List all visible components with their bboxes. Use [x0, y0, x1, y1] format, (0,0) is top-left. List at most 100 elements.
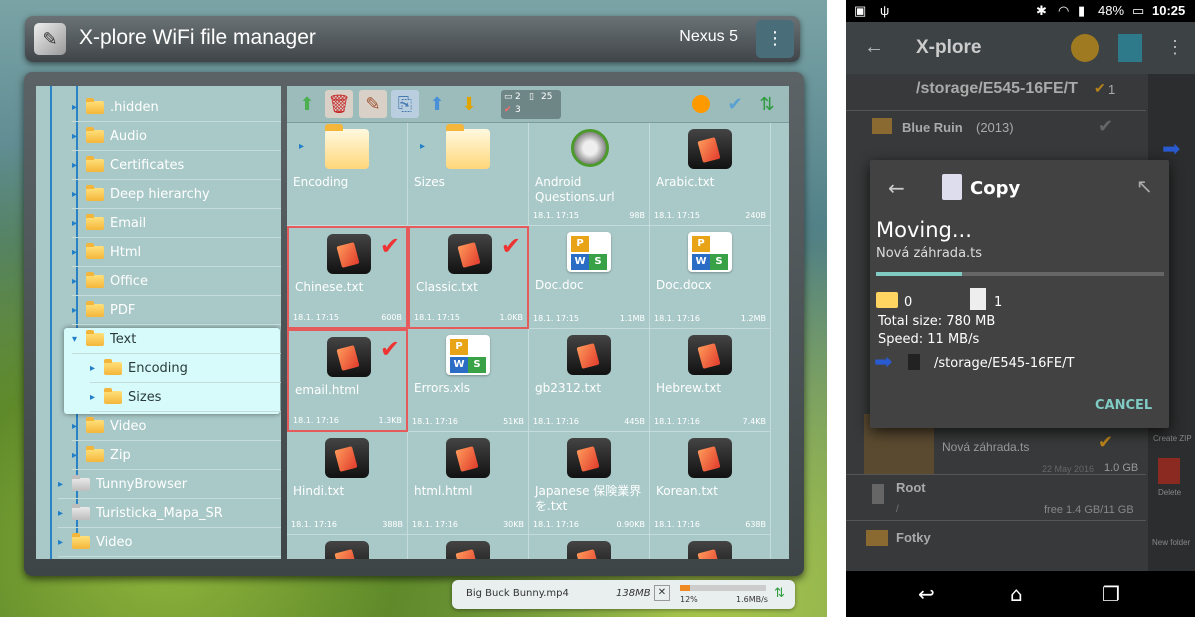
app-bar-title: X-plore: [916, 37, 982, 58]
recents-icon[interactable]: ❐: [1102, 582, 1120, 606]
tree-item-text[interactable]: ▾ Text: [72, 326, 281, 354]
file-cell[interactable]: P W S Doc.doc 18.1. 17:15 1.1MB: [529, 226, 650, 329]
side-action-label[interactable]: Delete: [1158, 488, 1181, 497]
folder-icon: [86, 98, 104, 114]
tree-item-label: PDF: [110, 303, 136, 318]
transfer-progress-track: [680, 585, 766, 591]
folder-icon: [86, 185, 104, 201]
tree-item-email[interactable]: ▸ Email: [72, 210, 281, 238]
file-cell[interactable]: [408, 535, 529, 559]
tree-item-encoding[interactable]: ▸ Encoding: [90, 355, 281, 383]
file-cell[interactable]: P W S Errors.xls 18.1. 17:16 51KB: [408, 329, 529, 432]
file-cell[interactable]: ▸ Sizes: [408, 123, 529, 226]
check-icon[interactable]: ✔: [1098, 432, 1113, 453]
file-date: 18.1. 17:15: [293, 313, 339, 322]
tree-item-html[interactable]: ▸ Html: [72, 239, 281, 267]
checkmark-icon: ✔: [379, 335, 400, 363]
expand-arrow-icon: ▸: [72, 421, 78, 432]
tree-item-label: Sizes: [128, 390, 162, 405]
file-cell-selected[interactable]: ✔ email.html 18.1. 17:16 1.3KB: [287, 329, 408, 432]
file-cell[interactable]: Hebrew.txt 18.1. 17:16 7.4KB: [650, 329, 771, 432]
up-level-button[interactable]: ⬆: [293, 90, 321, 118]
tree-item-tunnybrowser[interactable]: ▸ TunnyBrowser: [58, 471, 281, 499]
phone-icon: [872, 484, 884, 504]
file-size: 240B: [745, 211, 766, 220]
tree-item-sizes[interactable]: ▸ Sizes: [90, 384, 281, 412]
checkmark-icon: ✔: [379, 232, 400, 260]
file-name[interactable]: Nová záhrada.ts: [942, 440, 1029, 454]
check-badge-icon: ✔: [1094, 80, 1106, 96]
overflow-menu-icon[interactable]: ⋮: [1166, 37, 1184, 58]
storage-name[interactable]: Root: [896, 480, 926, 495]
refresh-button[interactable]: ⇅: [753, 90, 781, 118]
file-cell-selected[interactable]: ✔ Classic.txt 18.1. 17:15 1.0KB: [408, 226, 529, 329]
file-cell[interactable]: Android Questions.url 18.1. 17:15 98B: [529, 123, 650, 226]
file-cell[interactable]: Japanese 保険業界を.txt 18.1. 17:16 0.90KB: [529, 432, 650, 535]
upload-button[interactable]: ⬆: [423, 90, 451, 118]
file-date: 18.1. 17:15: [533, 314, 579, 323]
folder-icon: [86, 243, 104, 259]
file-cell[interactable]: html.html 18.1. 17:16 30KB: [408, 432, 529, 535]
file-date: 18.1. 17:15: [414, 313, 460, 322]
tree-item-deep-hierarchy[interactable]: ▸ Deep hierarchy: [72, 181, 281, 209]
file-cell[interactable]: Korean.txt 18.1. 17:16 638B: [650, 432, 771, 535]
cancel-button[interactable]: CANCEL: [1095, 398, 1152, 413]
tree-item-audio[interactable]: ▸ Audio: [72, 123, 281, 151]
folder-icon: [872, 118, 892, 134]
tree-item-certificates[interactable]: ▸ Certificates: [72, 152, 281, 180]
tree-item-video-root[interactable]: ▸ Video: [58, 529, 281, 557]
side-action-label[interactable]: New folder: [1152, 538, 1190, 547]
home-icon[interactable]: ⌂: [1010, 582, 1023, 606]
cancel-transfer-button[interactable]: ✕: [654, 585, 670, 601]
copy-dialog: ← Copy ↖ Moving... Nová záhrada.ts 0 1 T…: [870, 160, 1169, 428]
file-cell[interactable]: [287, 535, 408, 559]
copy-button[interactable]: ⎘: [391, 90, 419, 118]
overflow-menu-button[interactable]: ⋮: [756, 20, 794, 58]
side-action-label[interactable]: Create ZIP: [1153, 434, 1192, 443]
office-doc-icon: P W S: [688, 232, 732, 272]
folder-name[interactable]: Blue Ruin: [902, 120, 963, 135]
tree-item-label: Turisticka_Mapa_SR: [96, 506, 223, 521]
file-size: 51KB: [503, 417, 524, 426]
tree-item-label: Audio: [110, 129, 147, 144]
transfer-size: 138MB: [616, 588, 651, 599]
tree-item-hidden[interactable]: ▸ .hidden: [72, 94, 281, 122]
folder-count-icon: ▭: [504, 92, 513, 102]
download-button[interactable]: ⬇: [455, 90, 483, 118]
file-size: 1.0KB: [499, 313, 523, 322]
tree-item-office[interactable]: ▸ Office: [72, 268, 281, 296]
folder-year: (2013): [976, 120, 1014, 135]
pane-switch-icon[interactable]: [1118, 34, 1142, 62]
folder-icon: [72, 533, 90, 549]
folder-name[interactable]: Fotky: [896, 530, 931, 545]
file-cell-selected[interactable]: ✔ Chinese.txt 18.1. 17:15 600B: [287, 226, 408, 329]
file-cell[interactable]: ▸ Encoding: [287, 123, 408, 226]
select-all-button[interactable]: ✔: [721, 90, 749, 118]
expand-arrow-icon: ▸: [58, 537, 64, 548]
tree-item-turisticka-mapa[interactable]: ▸ Turisticka_Mapa_SR: [58, 500, 281, 528]
file-cell[interactable]: [650, 535, 771, 559]
transfer-file-name: Big Buck Bunny.mp4: [466, 588, 569, 599]
tree-item-video[interactable]: ▸ Video: [72, 413, 281, 441]
expand-arrow-icon: ▸: [58, 479, 64, 490]
folder-icon: [72, 504, 90, 520]
file-cell[interactable]: P W S Doc.docx 18.1. 17:16 1.2MB: [650, 226, 771, 329]
rename-button[interactable]: ✎: [359, 90, 387, 118]
back-arrow-icon[interactable]: ←: [864, 36, 884, 59]
file-cell[interactable]: Arabic.txt 18.1. 17:15 240B: [650, 123, 771, 226]
tree-item-label: Text: [110, 332, 137, 347]
color-marker-button[interactable]: [687, 90, 715, 118]
minimize-icon[interactable]: ↖: [1136, 174, 1153, 198]
dialog-back-icon[interactable]: ←: [888, 176, 905, 200]
file-cell[interactable]: Hindi.txt 18.1. 17:16 388B: [287, 432, 408, 535]
transfer-status: Big Buck Bunny.mp4 138MB ✕ 12% 1.6MB/s ⇅: [452, 580, 795, 609]
tree-item-pdf[interactable]: ▸ PDF: [72, 297, 281, 325]
check-icon[interactable]: ✔: [1098, 116, 1113, 137]
file-cell[interactable]: [529, 535, 650, 559]
back-icon[interactable]: ↩: [918, 582, 935, 606]
delete-button[interactable]: 🗑: [325, 90, 353, 118]
marker-icon[interactable]: [1071, 34, 1099, 62]
delete-icon[interactable]: [1158, 458, 1180, 484]
file-cell[interactable]: gb2312.txt 18.1. 17:16 445B: [529, 329, 650, 432]
tree-item-zip[interactable]: ▸ Zip: [72, 442, 281, 470]
